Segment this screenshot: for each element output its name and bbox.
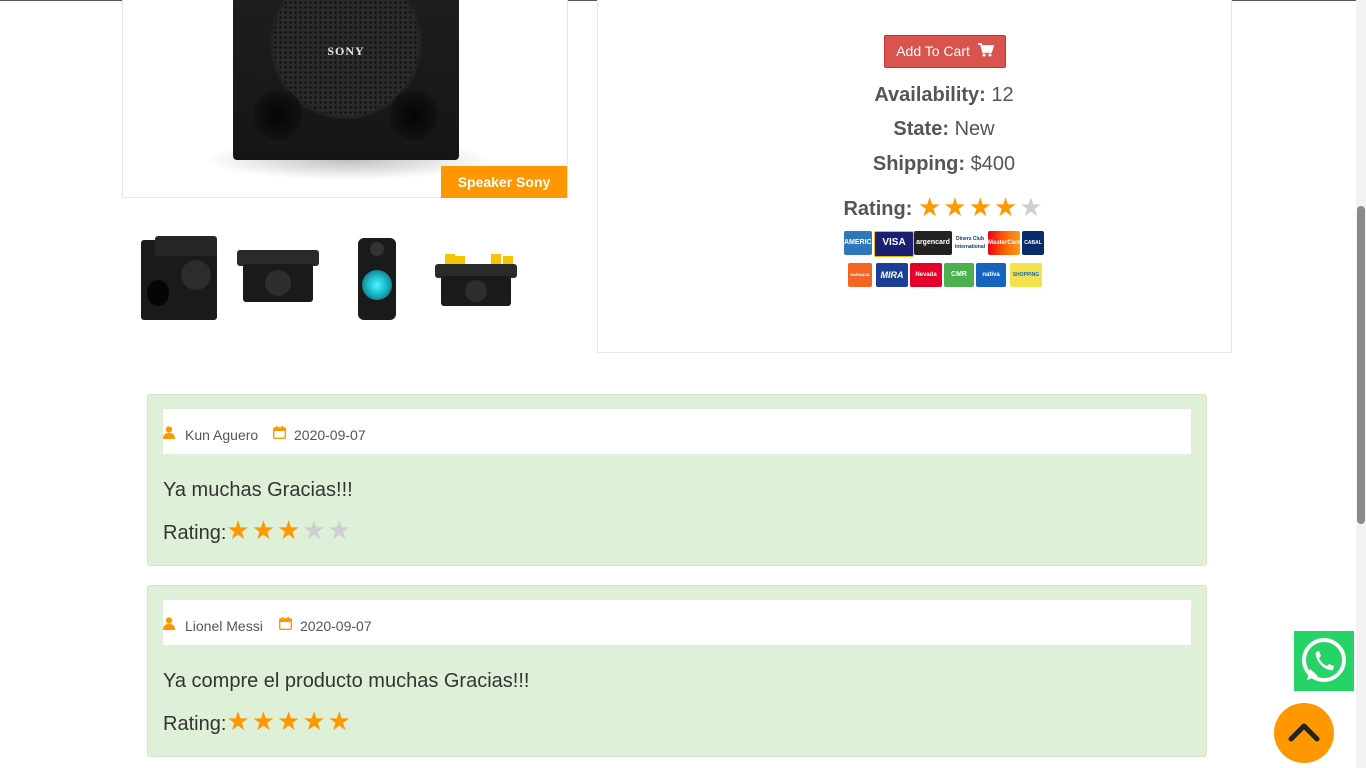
user-icon <box>163 617 175 633</box>
shipping-value: $400 <box>970 153 1016 175</box>
product-thumbnail-1[interactable] <box>137 234 223 324</box>
availability-row: Availability: 12 <box>597 84 1291 107</box>
star-empty-icon: ★ <box>327 515 353 545</box>
state-label: State: <box>893 118 949 140</box>
star-filled-icon: ★ <box>327 706 353 736</box>
product-thumbnail-3[interactable] <box>334 234 420 324</box>
review-rating: Rating:★★★★★ <box>163 706 353 737</box>
payment-logo: AMERICAN EXPRESS <box>844 231 872 255</box>
calendar-icon <box>278 617 293 633</box>
shipping-label: Shipping: <box>872 153 966 175</box>
star-filled-icon: ★ <box>302 706 328 736</box>
review-rating: Rating:★★★★★ <box>163 515 353 546</box>
speaker-illustration: SONY <box>233 0 459 160</box>
product-rating-stars: ★★★★★ <box>918 192 1045 223</box>
star-empty-icon: ★ <box>1019 192 1045 222</box>
whatsapp-button[interactable] <box>1294 631 1354 691</box>
payment-logo: argencard <box>914 231 952 255</box>
speaker-port-right <box>389 88 439 144</box>
state-value: New <box>954 118 995 140</box>
payment-logo: nativa <box>976 263 1006 287</box>
payment-logo: Diners Club International <box>954 231 986 255</box>
whatsapp-icon <box>1294 638 1354 695</box>
scroll-to-top-button[interactable] <box>1274 703 1334 763</box>
chevron-up-icon <box>1274 723 1334 767</box>
star-filled-icon: ★ <box>968 192 994 222</box>
payment-logo: Nevada <box>910 263 942 287</box>
user-icon <box>163 426 175 442</box>
review-author: Lionel Messi <box>185 618 263 634</box>
star-filled-icon: ★ <box>226 706 252 736</box>
star-filled-icon: ★ <box>226 515 252 545</box>
review-rating-label: Rating: <box>163 522 227 544</box>
calendar-icon <box>272 426 287 442</box>
review-text: Ya muchas Gracias!!! <box>163 479 353 501</box>
payment-logo: MIRA <box>876 263 908 287</box>
star-filled-icon: ★ <box>251 515 277 545</box>
review-author: Kun Aguero <box>185 427 259 443</box>
speaker-port-left <box>253 88 303 144</box>
payment-logo: NARANJA <box>848 263 872 287</box>
payment-methods: AMERICAN EXPRESS VISA argencard Diners C… <box>844 231 1044 289</box>
availability-label: Availability: <box>874 84 986 106</box>
product-rating-row: Rating: ★★★★★ <box>597 192 1291 223</box>
product-image-caption: Speaker Sony <box>441 166 567 198</box>
review-card: Lionel Messi 2020-09-07 Ya compre el pro… <box>147 585 1207 757</box>
review-rating-stars: ★★★★★ <box>226 515 353 546</box>
review-header: Kun Aguero 2020-09-07 <box>163 409 1191 454</box>
star-filled-icon: ★ <box>251 706 277 736</box>
rating-label: Rating: <box>843 198 913 220</box>
add-to-cart-label: Add To Cart <box>896 43 970 59</box>
shipping-row: Shipping: $400 <box>597 153 1291 176</box>
star-filled-icon: ★ <box>277 515 303 545</box>
payment-logo: MasterCard <box>988 231 1020 255</box>
payment-logo: VISA <box>874 231 914 257</box>
review-header: Lionel Messi 2020-09-07 <box>163 600 1191 645</box>
star-filled-icon: ★ <box>917 192 944 222</box>
star-filled-icon: ★ <box>943 192 969 222</box>
brand-logo: SONY <box>327 44 365 58</box>
payment-logo: CABAL <box>1022 231 1044 255</box>
review-card: Kun Aguero 2020-09-07 Ya muchas Gracias!… <box>147 394 1207 566</box>
scrollbar-thumb[interactable] <box>1357 206 1365 524</box>
cart-icon <box>977 37 995 68</box>
product-thumbnail-4[interactable] <box>433 234 519 324</box>
review-date: 2020-09-07 <box>300 618 372 634</box>
star-filled-icon: ★ <box>993 192 1020 222</box>
payment-logo: SHOPPING <box>1010 263 1042 287</box>
review-rating-label: Rating: <box>163 713 227 735</box>
review-date: 2020-09-07 <box>294 427 366 443</box>
star-empty-icon: ★ <box>302 515 328 545</box>
payment-logo: CMR <box>944 263 974 287</box>
add-to-cart-button[interactable]: Add To Cart <box>884 35 1006 68</box>
page-scrollbar[interactable] <box>1356 0 1366 768</box>
star-filled-icon: ★ <box>277 706 303 736</box>
review-rating-stars: ★★★★★ <box>226 706 353 737</box>
state-row: State: New <box>597 118 1291 141</box>
review-text: Ya compre el producto muchas Gracias!!! <box>163 670 530 692</box>
availability-value: 12 <box>991 84 1014 106</box>
product-thumbnail-2[interactable] <box>235 234 321 324</box>
